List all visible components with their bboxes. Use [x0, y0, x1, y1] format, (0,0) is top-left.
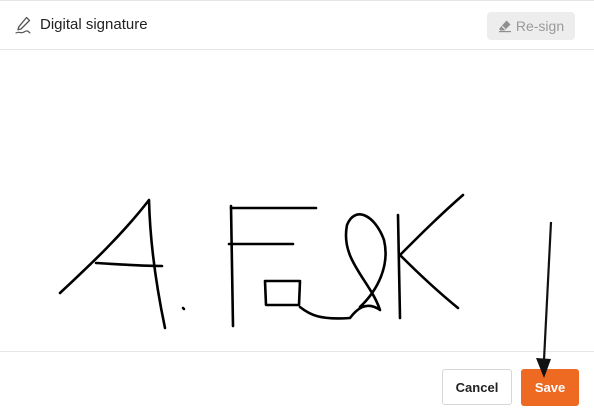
dialog-header: Digital signature Re-sign	[0, 0, 594, 50]
signature-canvas[interactable]	[0, 50, 594, 351]
pen-icon	[14, 15, 34, 35]
cancel-button[interactable]: Cancel	[442, 369, 512, 405]
resign-label: Re-sign	[515, 18, 565, 34]
save-button[interactable]: Save	[521, 369, 579, 406]
digital-signature-dialog: Digital signature Re-sign Cancel Save	[0, 0, 594, 420]
dialog-title: Digital signature	[40, 16, 148, 33]
handwritten-signature	[58, 193, 465, 330]
resign-button[interactable]: Re-sign	[487, 12, 575, 40]
eraser-icon	[498, 19, 512, 33]
dialog-footer: Cancel Save	[0, 351, 594, 420]
